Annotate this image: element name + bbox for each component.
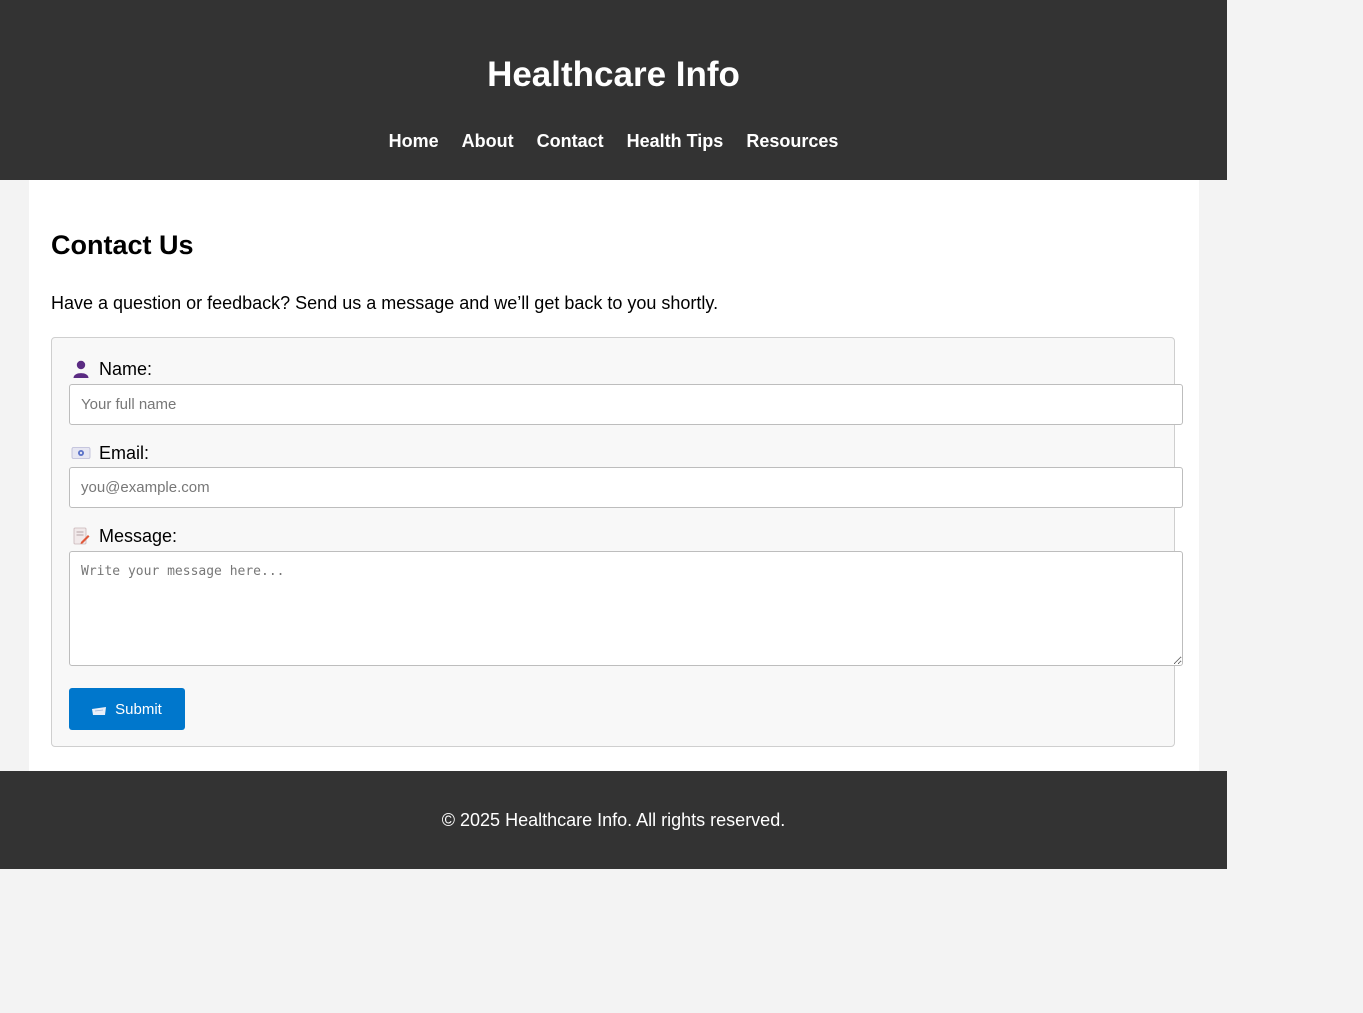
name-label-text: Name: (99, 359, 153, 379)
intro-text: Have a question or feedback? Send us a m… (51, 293, 719, 313)
message-textarea[interactable] (69, 551, 1183, 666)
email-label: Email: (71, 442, 149, 464)
email-input[interactable] (69, 467, 1183, 508)
name-input[interactable] (69, 384, 1183, 425)
nav-link-contact[interactable]: Contact (537, 130, 604, 152)
site-footer: © 2025 Healthcare Info. All rights reser… (0, 771, 1227, 869)
email-label-text: Email: (99, 443, 150, 463)
submit-label: Submit (115, 700, 162, 718)
submit-button[interactable]: Submit (69, 688, 185, 730)
person-icon (71, 359, 91, 379)
message-label: Message: (71, 525, 177, 547)
envelope-icon (71, 443, 91, 463)
contact-form: Name: Email: (51, 337, 1183, 747)
name-label: Name: (71, 358, 152, 380)
main-nav: Home About Contact Health Tips Resources (0, 130, 1227, 152)
memo-icon (71, 526, 91, 546)
nav-link-health-tips[interactable]: Health Tips (627, 130, 724, 152)
footer-copyright: © 2025 Healthcare Info. All rights reser… (441, 810, 786, 830)
send-icon (92, 706, 107, 716)
main-content: Contact Us Have a question or feedback? … (29, 180, 1199, 771)
site-title: Healthcare Info (487, 55, 740, 94)
page-heading: Contact Us (51, 230, 194, 260)
nav-link-about[interactable]: About (462, 130, 514, 152)
message-label-text: Message: (99, 526, 178, 546)
page: Healthcare Info Home About Contact Healt… (0, 0, 1227, 869)
nav-link-resources[interactable]: Resources (746, 130, 838, 152)
nav-link-home[interactable]: Home (389, 130, 439, 152)
site-header: Healthcare Info Home About Contact Healt… (0, 0, 1227, 180)
